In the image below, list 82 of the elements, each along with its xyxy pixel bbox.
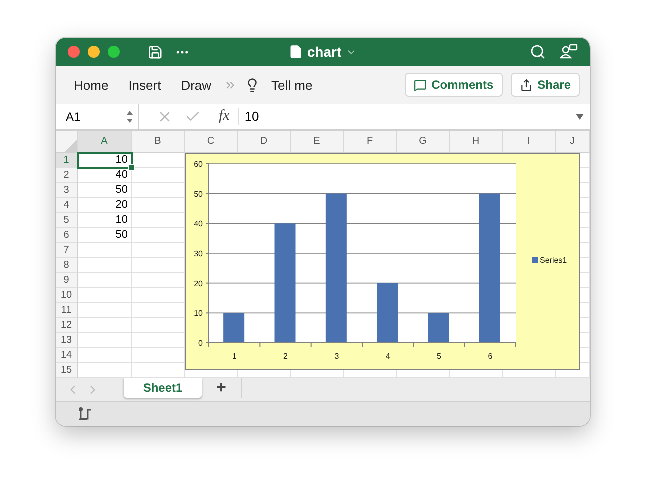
axis-label: 2 [284,352,288,361]
table-cell[interactable]: 50 [78,183,132,198]
bar [224,313,245,343]
row-header[interactable]: 8 [56,258,78,273]
column-header[interactable]: J [556,131,590,153]
table-cell [78,333,132,348]
tell-me-link[interactable]: Tell me [264,78,321,92]
ribbon-tab[interactable]: Insert [120,78,170,92]
legend-label: Series1 [540,256,568,265]
axis-label: 30 [194,250,203,258]
share-icon [520,78,533,92]
row-header[interactable]: 7 [56,243,78,258]
table-cell [78,303,132,318]
stepper-icon[interactable] [126,110,134,124]
row-header[interactable]: 15 [56,363,78,378]
column-header[interactable]: A [78,131,132,153]
row-header[interactable]: 2 [56,168,78,183]
ribbon-tab[interactable]: Home [66,78,117,92]
column-header[interactable]: C [185,131,238,153]
bar [428,313,450,343]
dropdown-icon[interactable] [576,114,584,120]
row-header[interactable]: 1 [56,153,78,168]
sheet-tab[interactable]: Sheet1 [124,378,202,398]
axis-label: 5 [437,352,442,361]
table-cell[interactable]: 50 [78,228,132,243]
people-chat-icon[interactable] [560,44,578,60]
save-icon[interactable] [148,44,163,60]
add-sheet-button[interactable]: + [202,378,242,398]
table-cell[interactable]: 10 [78,153,132,168]
row-header[interactable]: 14 [56,348,78,363]
axis-label: 4 [386,352,390,361]
axis-label: 6 [488,352,493,361]
fill-handle[interactable] [128,164,135,171]
formula-field[interactable]: 10 [238,109,576,124]
column-header[interactable]: G [397,131,450,153]
row-header[interactable]: 13 [56,333,78,348]
row-header[interactable]: 3 [56,183,78,198]
column-header[interactable]: H [450,131,503,153]
axis-label: 50 [194,190,203,199]
table-cell [78,243,132,258]
ribbon-tab[interactable]: Draw [173,78,220,92]
row-header[interactable]: 5 [56,213,78,228]
axis-label: 40 [194,220,203,229]
axis-label: 10 [194,309,203,318]
column-header[interactable]: E [291,131,344,153]
row-header[interactable]: 4 [56,198,78,213]
row-header[interactable]: 11 [56,303,78,318]
comments-button[interactable]: Comments [404,73,503,97]
row-header[interactable]: 9 [56,273,78,288]
row-header[interactable]: 6 [56,228,78,243]
axis-label: 20 [194,279,203,288]
legend-swatch [532,257,538,263]
table-cell [78,348,132,363]
row-header[interactable]: 10 [56,288,78,303]
share-button[interactable]: Share [510,73,580,97]
table-cell[interactable]: 10 [78,213,132,228]
minimize-button[interactable] [88,46,100,58]
close-button[interactable] [68,46,80,58]
table-cell [78,288,132,303]
table-cell [78,273,132,288]
table-cell [78,258,132,273]
column-header[interactable]: F [344,131,397,153]
table-cell[interactable]: 40 [78,168,132,183]
table-cell[interactable]: 20 [78,198,132,213]
column-header[interactable]: I [503,131,556,153]
window-title: chart [307,44,342,60]
column-header[interactable]: D [238,131,291,153]
column-header[interactable]: B [132,131,185,153]
axis-label: 1 [232,352,237,361]
search-icon[interactable] [530,44,546,60]
name-box[interactable]: A1 [56,104,139,129]
macro-icon[interactable] [78,407,92,421]
speech-bubble-icon [414,78,427,92]
bar [377,283,398,343]
row-header[interactable]: 12 [56,318,78,333]
table-cell [78,318,132,333]
function-button[interactable]: fx [215,108,239,125]
axis-label: 3 [334,352,340,361]
axis-label: 60 [194,160,203,169]
maximize-button[interactable] [108,46,120,58]
axis-label: 0 [198,339,203,348]
document-icon [289,45,304,59]
